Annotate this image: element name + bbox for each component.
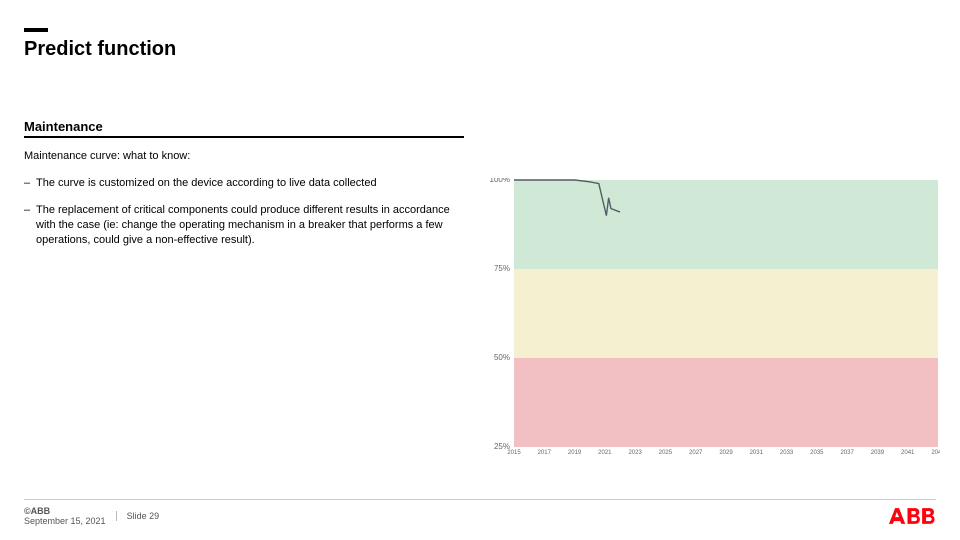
chart-xtick-label: 2037: [840, 450, 854, 456]
chart-xtick-label: 2027: [689, 450, 703, 456]
chart-xtick-label: 2033: [780, 450, 794, 456]
bullet-dash: –: [24, 203, 36, 248]
footer-copyright: ©ABB September 15, 2021: [24, 506, 106, 526]
footer-date: September 15, 2021: [24, 516, 106, 526]
chart-band: [514, 269, 938, 358]
abb-logo-svg: [888, 507, 936, 525]
chart-xtick-label: 2015: [507, 450, 521, 456]
list-item: – The curve is customized on the device …: [24, 176, 464, 191]
list-item: – The replacement of critical components…: [24, 203, 464, 248]
bullet-text: The curve is customized on the device ac…: [36, 176, 464, 191]
slide: Predict function Maintenance Maintenance…: [0, 0, 960, 540]
bullet-dash: –: [24, 176, 36, 191]
bullet-list: – The curve is customized on the device …: [24, 176, 464, 247]
chart-ytick-label: 50%: [494, 353, 510, 362]
chart-xticks: 2015 2017 2019 2021 2023 2025 2027 2029 2031 2033…: [507, 450, 940, 456]
footer-slide-number: Slide 29: [127, 511, 160, 521]
chart-band: [514, 180, 938, 269]
footer-separator: [116, 511, 117, 521]
chart-xtick-label: 2029: [719, 450, 733, 456]
chart-bands: [514, 180, 938, 447]
chart-xtick-label: 2043: [931, 450, 940, 456]
chart-yticks: 100%75%50%25%: [490, 178, 510, 451]
body-column: Maintenance Maintenance curve: what to k…: [24, 61, 464, 259]
bullet-text: The replacement of critical components c…: [36, 203, 464, 248]
footer: ©ABB September 15, 2021 Slide 29: [24, 506, 159, 526]
chart-xtick-label: 2039: [871, 450, 885, 456]
chart-xtick-label: 2019: [568, 450, 582, 456]
subheading: Maintenance curve: what to know:: [24, 150, 464, 162]
chart-xtick-label: 2041: [901, 450, 915, 456]
chart-xtick-label: 2023: [628, 450, 642, 456]
chart-ytick-label: 100%: [490, 178, 510, 184]
footer-rule: [24, 499, 936, 500]
section-rule: [24, 136, 464, 138]
abb-logo: [888, 507, 936, 530]
copyright-text: ©ABB: [24, 506, 106, 516]
chart-ytick-label: 75%: [494, 264, 510, 273]
chart-xtick-label: 2021: [598, 450, 612, 456]
chart-xtick-label: 2031: [750, 450, 764, 456]
chart-band: [514, 358, 938, 447]
page-title: Predict function: [24, 38, 936, 61]
chart-xtick-label: 2035: [810, 450, 824, 456]
maintenance-chart: 100%75%50%25% 20152017201920212023202520…: [488, 178, 940, 463]
section-heading: Maintenance: [24, 119, 464, 136]
chart-xtick-label: 2025: [659, 450, 673, 456]
chart-svg: 100%75%50%25% 20152017201920212023202520…: [488, 178, 940, 463]
chart-xtick-label: 2017: [538, 450, 552, 456]
title-dash: [24, 28, 48, 32]
